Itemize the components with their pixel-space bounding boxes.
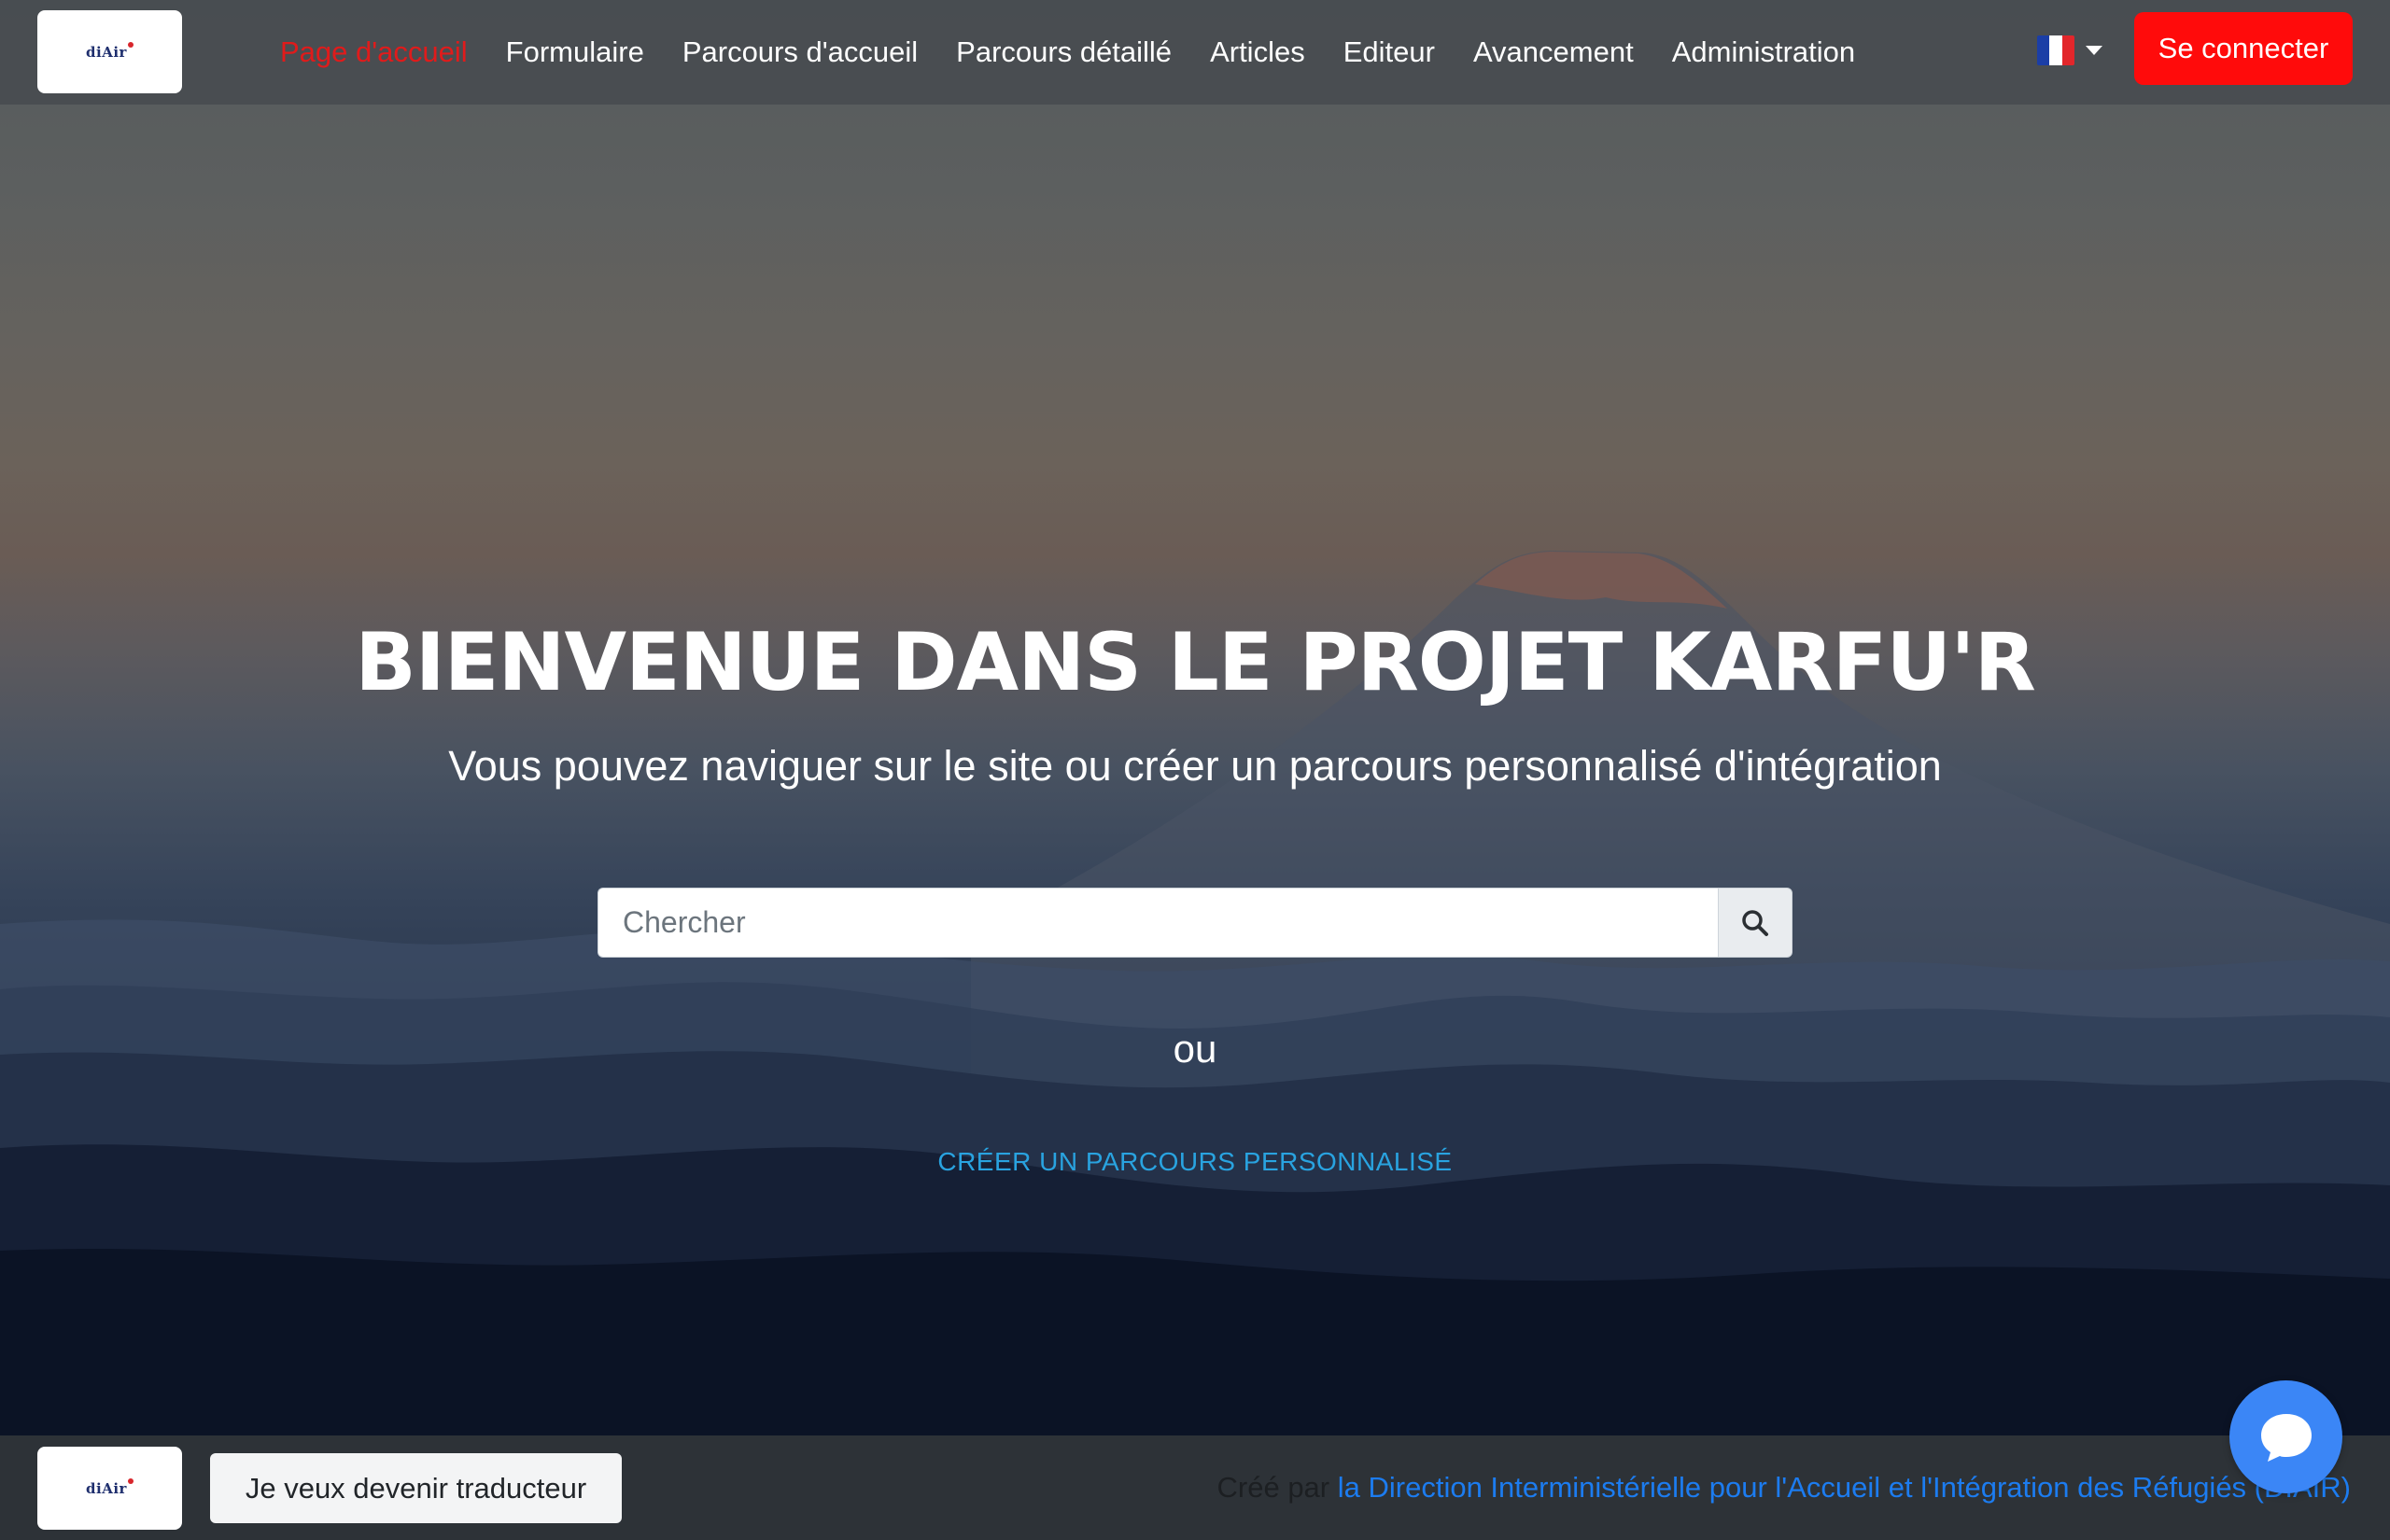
footer-credit: Créé par la Direction Interministérielle… <box>1217 1471 2351 1505</box>
nav-item-parcours-accueil[interactable]: Parcours d'accueil <box>682 35 918 69</box>
search-input[interactable] <box>598 888 1718 958</box>
footer-logo-dot-icon <box>127 1477 134 1484</box>
caret-down-icon <box>2086 46 2102 55</box>
fr-flag-icon <box>2037 35 2074 65</box>
credit-prefix: Créé par <box>1216 1471 1330 1504</box>
nav-item-administration[interactable]: Administration <box>1672 35 1855 69</box>
search-icon <box>1742 909 1768 936</box>
or-separator: ou <box>1173 1027 1217 1071</box>
language-dropdown[interactable] <box>2037 35 2102 65</box>
nav-item-page-accueil[interactable]: Page d'accueil <box>280 35 468 69</box>
nav-item-editeur[interactable]: Editeur <box>1343 35 1435 69</box>
diair-logo[interactable]: diAir <box>37 10 182 93</box>
nav-menu: Page d'accueil Formulaire Parcours d'acc… <box>280 0 1893 105</box>
footer: diAir Je veux devenir traducteur Créé pa… <box>0 1435 2390 1540</box>
diair-link[interactable]: la Direction Interministérielle pour l'A… <box>1338 1471 2351 1504</box>
logo-text: diAir <box>86 43 127 61</box>
footer-logo-text: diAir <box>86 1479 127 1497</box>
chat-bubble-icon <box>2260 1413 2312 1462</box>
nav-item-articles[interactable]: Articles <box>1210 35 1305 69</box>
nav-item-formulaire[interactable]: Formulaire <box>506 35 644 69</box>
create-custom-path-link[interactable]: CRÉER UN PARCOURS PERSONNALISÉ <box>0 1147 2390 1177</box>
logo-dot-icon <box>127 41 134 48</box>
hero-title: BIENVENUE DANS LE PROJET KARFU'R <box>355 616 2036 709</box>
search-bar <box>598 888 1792 958</box>
login-button[interactable]: Se connecter <box>2134 12 2353 85</box>
top-navbar: diAir Page d'accueil Formulaire Parcours… <box>0 0 2390 105</box>
nav-item-parcours-detaille[interactable]: Parcours détaillé <box>956 35 1172 69</box>
chat-widget-button[interactable] <box>2229 1380 2342 1493</box>
nav-item-avancement[interactable]: Avancement <box>1473 35 1634 69</box>
become-translator-button[interactable]: Je veux devenir traducteur <box>210 1453 622 1523</box>
hero-subtitle: Vous pouvez naviguer sur le site ou crée… <box>448 742 1942 790</box>
search-button[interactable] <box>1718 888 1792 958</box>
footer-diair-logo[interactable]: diAir <box>37 1447 182 1530</box>
